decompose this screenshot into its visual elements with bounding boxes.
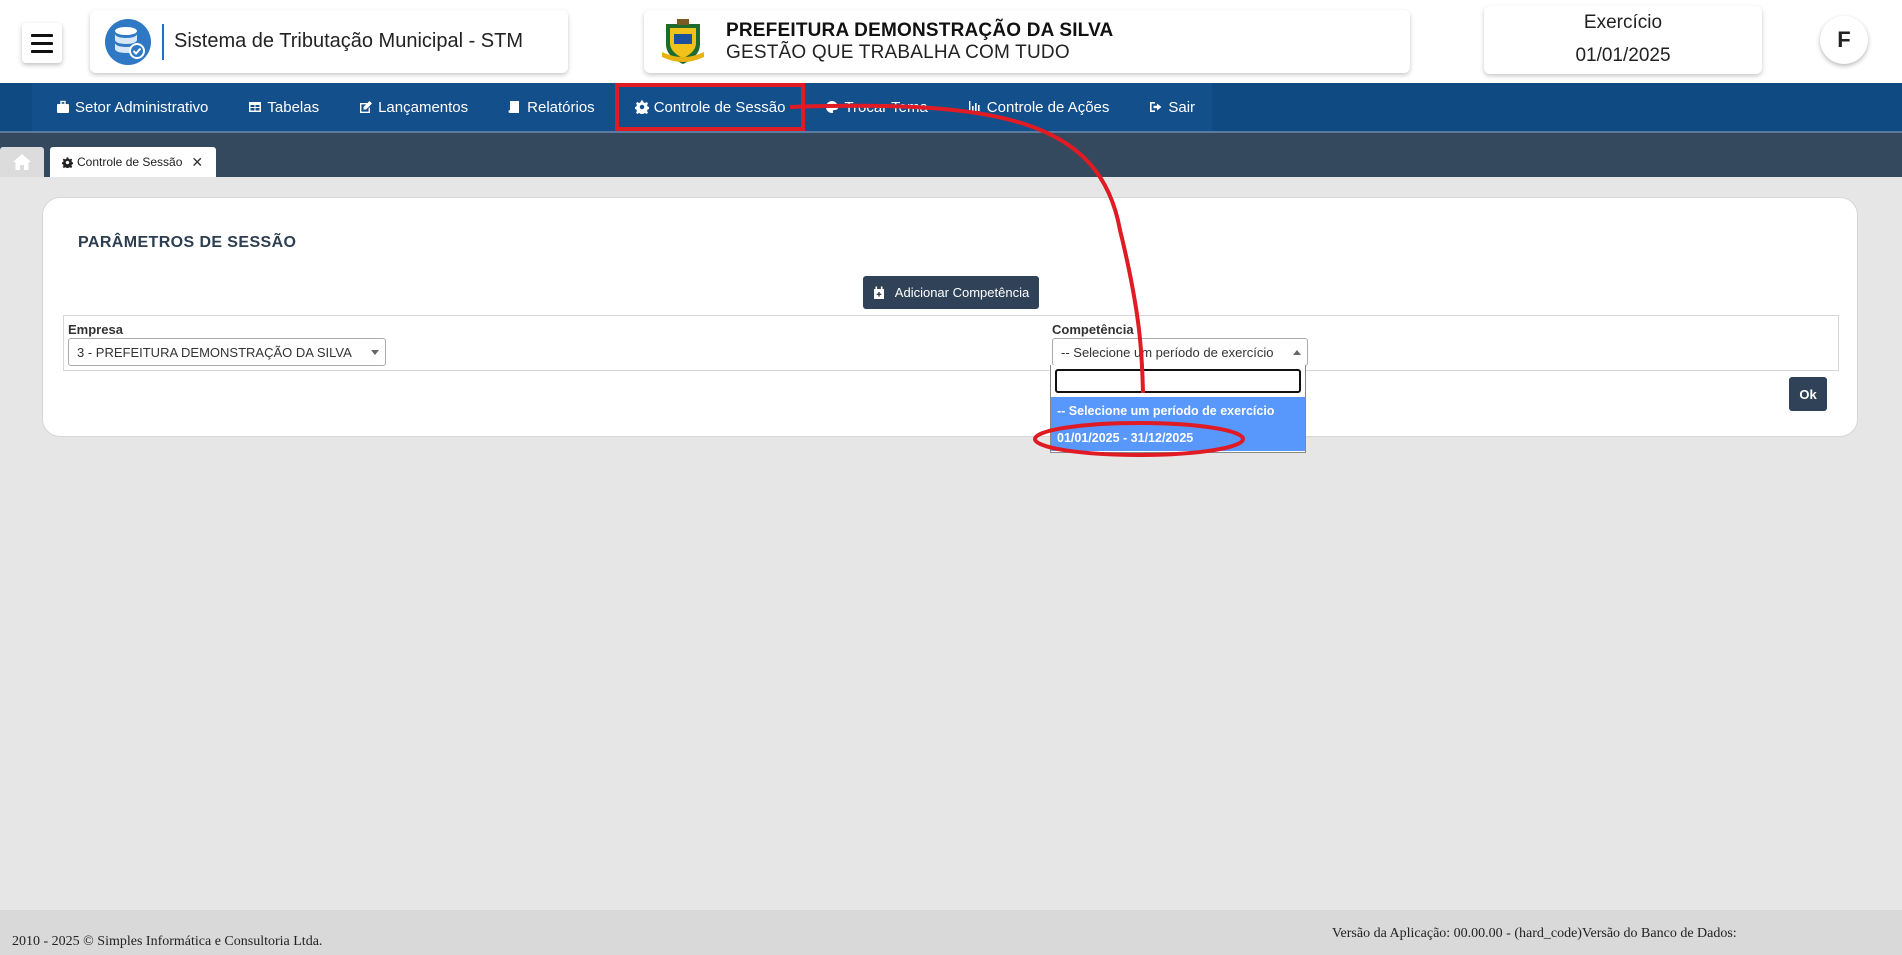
nav-item-controle-de-acoes[interactable]: Controle de Ações [948,83,1130,131]
nav-item-label: Lançamentos [378,98,469,116]
footer-version: Versão da Aplicação: 00.00.00 - (hard_co… [1332,926,1737,941]
edit-icon [360,101,373,113]
user-avatar[interactable]: F [1820,16,1868,64]
dropdown-search-input[interactable] [1055,369,1301,393]
prefeitura-subtitle: GESTÃO QUE TRABALHA COM TUDO [726,41,1070,63]
app-title: Sistema de Tributação Municipal - STM [174,30,524,52]
nav-item-controle-de-sessao[interactable]: Controle de Sessão [614,83,806,131]
main-nav: Setor Administrativo Tabelas Lançamentos… [0,83,1902,131]
nav-item-label: Relatórios [527,98,595,116]
nav-item-lancamentos[interactable]: Lançamentos [339,83,488,131]
empresa-selected-value: 3 - PREFEITURA DEMONSTRAÇÃO DA SILVA [77,344,352,360]
dropdown-option-placeholder[interactable]: -- Selecione um período de exercício [1051,397,1305,424]
calendar-plus-icon [873,286,884,299]
tab-controle-de-sessao[interactable]: Controle de Sessão ✕ [50,147,216,177]
session-form-row: Empresa 3 - PREFEITURA DEMONSTRAÇÃO DA S… [63,315,1839,371]
nav-menu: Setor Administrativo Tabelas Lançamentos… [32,83,1212,131]
database-icon [105,18,151,65]
competencia-selected-value: -- Selecione um período de exercício [1061,344,1274,360]
nav-item-label: Trocar Tema [844,98,928,116]
nav-item-setor-administrativo[interactable]: Setor Administrativo [32,83,228,131]
tab-label: Controle de Sessão [77,155,183,169]
page-footer: 2010 - 2025 © Simples Informática e Cons… [0,910,1902,955]
app-title-card: Sistema de Tributação Municipal - STM [90,10,568,73]
session-parameters-panel: PARÂMETROS DE SESSÃO Adicionar Competênc… [42,197,1858,437]
empresa-label: Empresa [68,322,123,337]
chart-icon [968,101,981,113]
nav-item-label: Controle de Ações [986,98,1110,116]
chevron-down-icon [371,350,379,355]
competencia-select[interactable]: -- Selecione um período de exercício [1052,338,1308,366]
prefeitura-card: PREFEITURA DEMONSTRAÇÃO DA SILVA GESTÃO … [644,10,1410,73]
menu-toggle-button[interactable] [22,23,62,63]
tab-home[interactable] [0,147,44,177]
exercicio-value: 01/01/2025 [1575,45,1671,66]
panel-title: PARÂMETROS DE SESSÃO [78,234,297,251]
book-icon [508,101,520,113]
nav-item-label: Setor Administrativo [75,98,209,116]
title-separator [162,23,164,60]
city-crest-icon [662,18,704,64]
nav-item-label: Tabelas [267,98,320,116]
nav-item-sair[interactable]: Sair [1129,83,1215,131]
dropdown-option-2025[interactable]: 01/01/2025 - 31/12/2025 [1051,424,1305,451]
nav-item-trocar-tema[interactable]: Trocar Tema [805,83,947,131]
empresa-select[interactable]: 3 - PREFEITURA DEMONSTRAÇÃO DA SILVA [68,338,386,366]
add-competencia-label: Adicionar Competência [894,285,1030,300]
competencia-dropdown: -- Selecione um período de exercício 01/… [1050,365,1306,453]
gear-icon [62,156,73,168]
gear-icon [634,100,649,114]
briefcase-icon [57,100,69,113]
sign-out-icon [1150,102,1162,112]
table-icon [249,102,262,112]
nav-item-label: Controle de Sessão [653,98,786,116]
hamburger-icon-bar [31,33,53,37]
exercicio-card[interactable]: Exercício 01/01/2025 [1484,6,1762,74]
nav-item-tabelas[interactable]: Tabelas [228,83,339,131]
ok-button[interactable]: Ok [1789,377,1827,411]
hamburger-icon-bar [31,41,53,45]
competencia-label: Competência [1052,322,1134,337]
hamburger-icon-bar [31,49,53,53]
top-header: Sistema de Tributação Municipal - STM PR… [0,0,1902,83]
footer-copyright: 2010 - 2025 © Simples Informática e Cons… [12,934,323,949]
palette-icon [826,101,839,113]
nav-item-relatorios[interactable]: Relatórios [488,83,615,131]
add-competencia-button[interactable]: Adicionar Competência [863,276,1039,309]
home-icon [13,154,31,170]
exercicio-label: Exercício [1583,12,1663,33]
chevron-up-icon [1293,350,1301,355]
nav-item-label: Sair [1168,98,1196,116]
prefeitura-title: PREFEITURA DEMONSTRAÇÃO DA SILVA [726,19,1114,41]
tab-bar: Controle de Sessão ✕ [0,131,1902,177]
close-icon[interactable]: ✕ [191,154,203,171]
